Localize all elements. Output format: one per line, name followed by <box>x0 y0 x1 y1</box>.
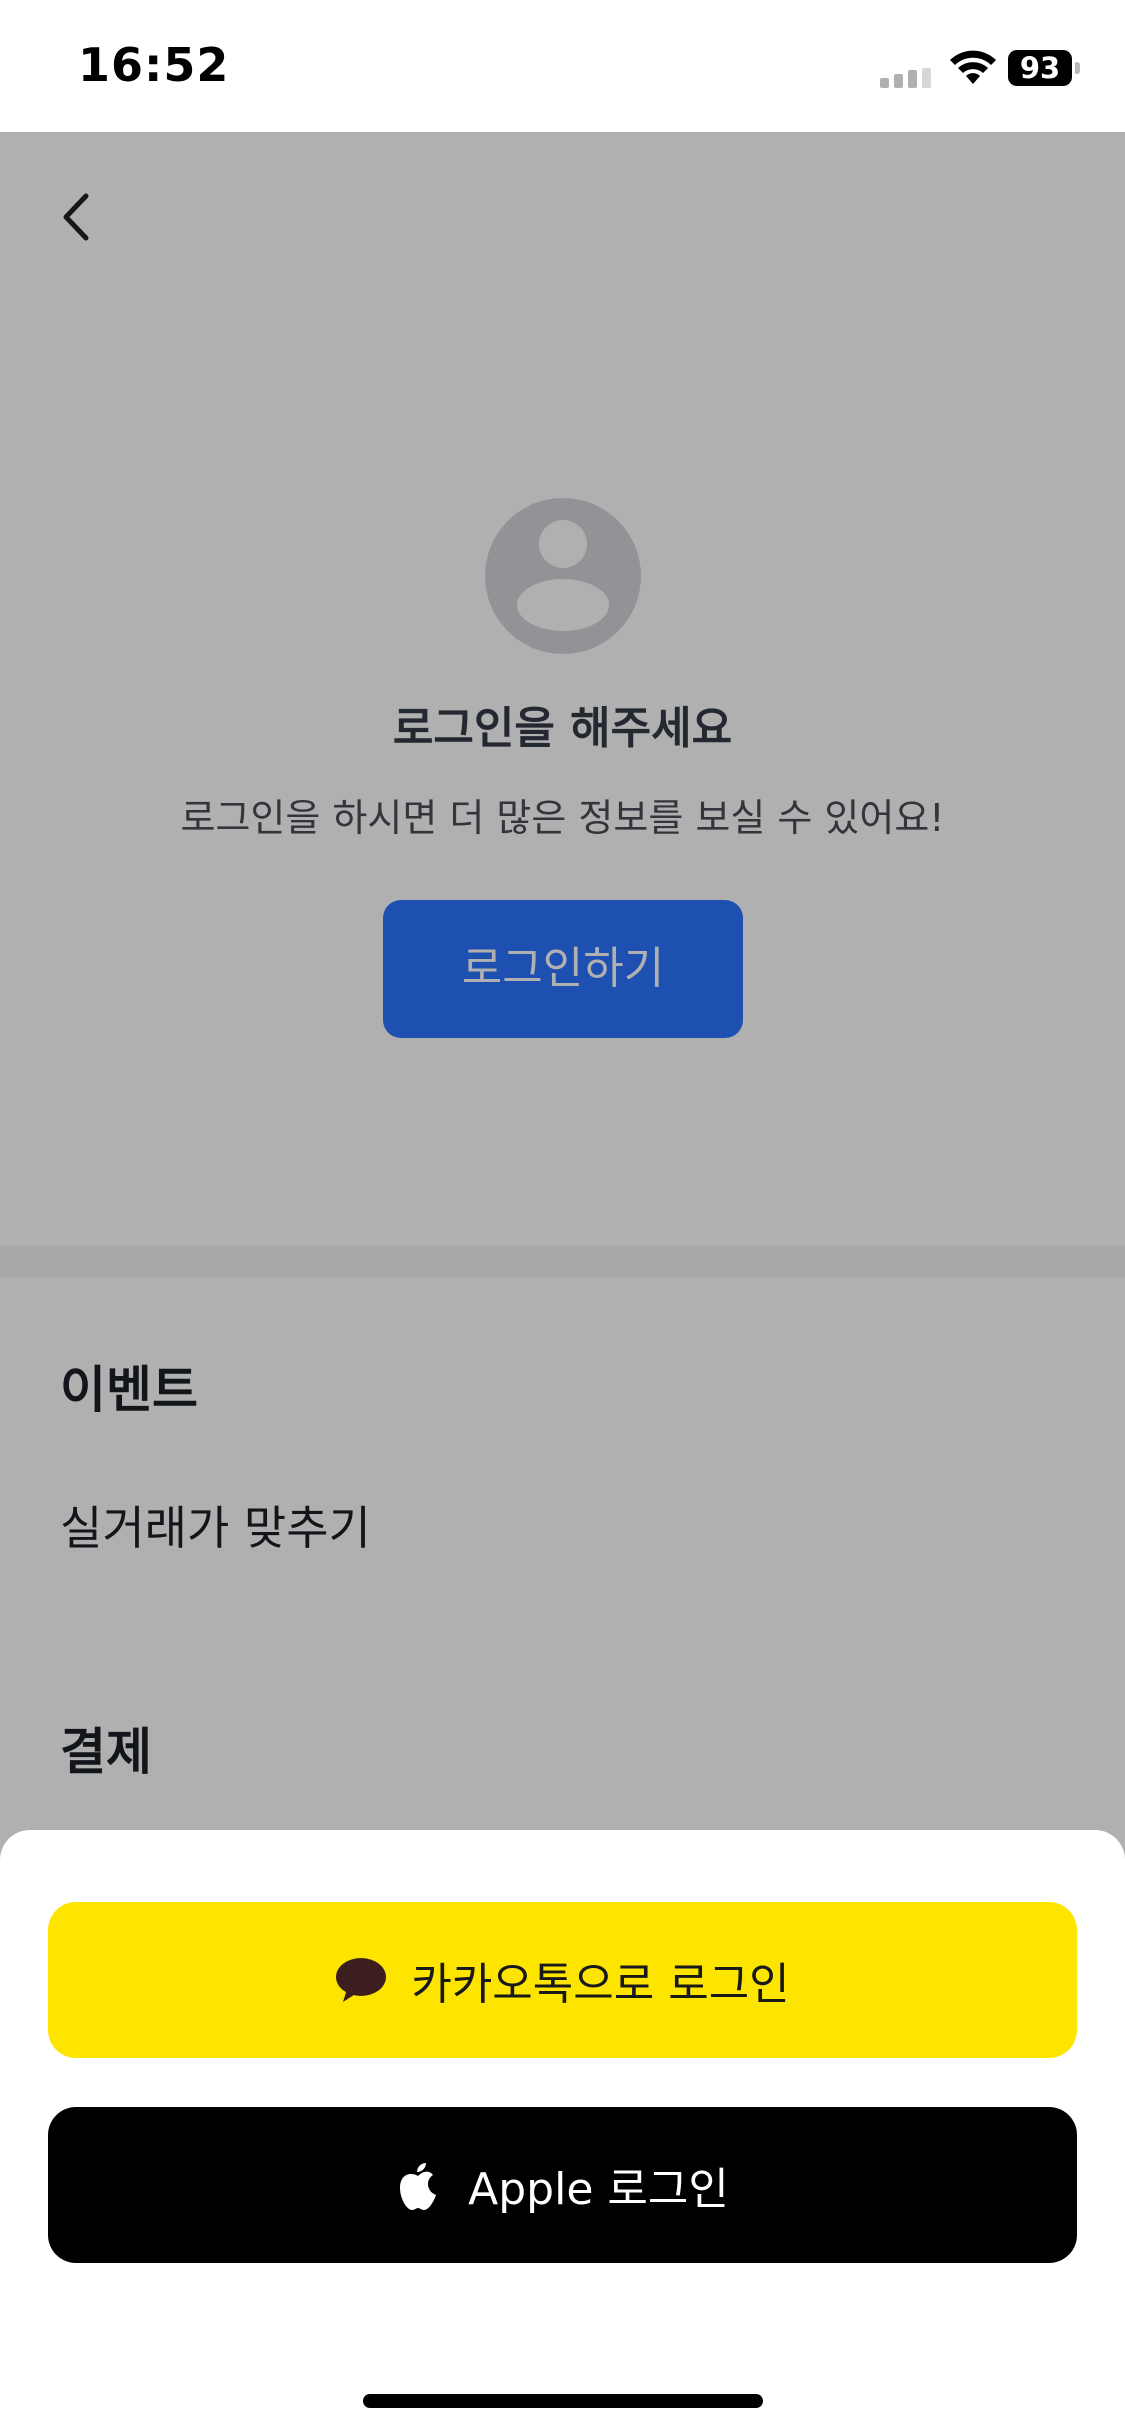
status-bar: 16:52 93 <box>0 0 1125 132</box>
cellular-signal-icon <box>880 68 931 88</box>
apple-login-label: Apple 로그인 <box>468 2164 729 2215</box>
status-time: 16:52 <box>78 38 230 92</box>
battery-level: 93 <box>1019 51 1061 85</box>
home-indicator[interactable] <box>363 2394 763 2408</box>
login-prompt-screen: 16:52 93 로그인을 해주세요 로그인을 하시면 더 많은 정보를 보실 … <box>0 0 1125 2436</box>
wifi-icon <box>950 50 996 84</box>
kakao-login-label: 카카오톡으로 로그인 <box>411 1959 790 2010</box>
kakao-login-button[interactable]: 카카오톡으로 로그인 <box>48 1902 1077 2058</box>
speech-bubble-icon <box>336 1958 387 2002</box>
battery-indicator: 93 <box>1008 50 1082 86</box>
apple-logo-icon <box>400 2163 437 2210</box>
apple-login-button[interactable]: Apple 로그인 <box>48 2107 1077 2263</box>
battery-nub <box>1075 62 1080 74</box>
login-bottom-sheet: 카카오톡으로 로그인 Apple 로그인 <box>0 1830 1125 2436</box>
